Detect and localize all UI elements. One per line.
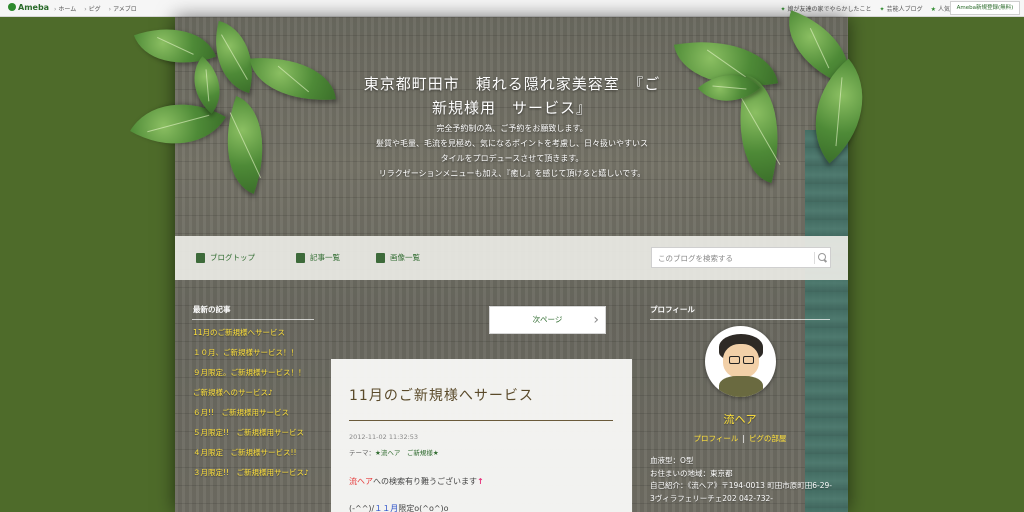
avatar[interactable] <box>705 326 776 397</box>
ameba-top-bar: Ameba ホーム ピグ アメブロ ✦娘が友達の家でやらかしたこと ✦芸能人ブロ… <box>0 0 1024 17</box>
article-body-text: (-^^)/ <box>349 504 375 512</box>
article-body-highlight: １１月 <box>374 504 399 512</box>
recent-article-link[interactable]: ４月限定 ご新規様サービス!! <box>193 447 317 459</box>
divider <box>349 420 613 421</box>
article-body-text: 限定о(^о^)о <box>398 504 449 512</box>
top-link-celebrity[interactable]: ✦ 芸能人ブログ <box>880 4 923 13</box>
arrow-up-icon: ↑ <box>477 477 484 486</box>
theme-label: テーマ： <box>349 449 375 457</box>
ameba-frog-icon <box>8 3 16 11</box>
profile-intro: 自己紹介：《流ヘア》〒194-0013 町田市原町田6-29-3ヴィラフェリーチ… <box>650 481 832 503</box>
article-title[interactable]: 11月のご新規様へサービス <box>349 385 534 405</box>
blog-title-line: 東京都町田市 頼れる隠れ家美容室 『ご <box>363 75 661 93</box>
blog-title-line: 新規様用 サービス』 <box>431 99 592 117</box>
next-page-label: 次ページ <box>532 315 563 324</box>
top-nav-left: ホーム ピグ アメブロ <box>54 4 137 13</box>
top-link-story-label: 娘が友達の家でやらかしたこと <box>787 6 872 13</box>
search-icon[interactable] <box>814 252 826 264</box>
pigg-room-link[interactable]: ピグの部屋 <box>749 434 787 443</box>
blog-description-line: タイルをプロデュースさせて頂きます。 <box>440 154 584 163</box>
blog-search-input[interactable]: このブログを検索する <box>651 247 831 268</box>
next-page-button[interactable]: 次ページ › <box>489 306 606 334</box>
blog-description: 完全予約制の為、ご予約をお願致します。 髪質や毛量、毛流を見極め、気になるポイン… <box>345 121 679 181</box>
top-nav-right: ✦娘が友達の家でやらかしたこと ✦芸能人ブログ ★人気ブログ <box>781 4 969 13</box>
profile-blood-type: 血液型：O型 <box>650 456 694 465</box>
nav-image-list-label: 画像一覧 <box>390 253 420 262</box>
star-icon: ✦ <box>780 6 786 13</box>
nav-article-list-label: 記事一覧 <box>310 253 340 262</box>
blog-description-line: 完全予約制の為、ご予約をお願致します。 <box>436 124 588 133</box>
ameba-logo[interactable]: Ameba <box>8 3 49 12</box>
recent-articles-list: 11月のご新規様へサービス １０月、ご新規様サービス！！ ９月限定。ご新規様サー… <box>193 327 317 487</box>
recent-article-link[interactable]: ご新規様へのサービス♪ <box>193 387 317 399</box>
article-date: 2012-11-02 11:32:53 <box>349 433 419 441</box>
search-placeholder: このブログを検索する <box>658 254 733 263</box>
article-body-text: への検索有り難うございます <box>373 477 477 486</box>
blog-description-line: 髪質や毛量、毛流を見極め、気になるポイントを考慮し、日々扱いやすいス <box>376 139 648 148</box>
article-body-line: (-^^)/１１月限定о(^о^)о <box>349 503 449 512</box>
profile-name[interactable]: 流ヘア <box>650 411 830 427</box>
blog-title[interactable]: 東京都町田市 頼れる隠れ家美容室 『ご 新規様用 サービス』 <box>345 72 679 120</box>
profile-links: プロフィール | ピグの部屋 <box>650 433 830 444</box>
top-link-celebrity-label: 芸能人ブログ <box>886 6 923 13</box>
copy-icon <box>296 252 305 263</box>
nav-article-list[interactable]: 記事一覧 <box>296 252 340 263</box>
recent-article-link[interactable]: １０月、ご新規様サービス！！ <box>193 347 317 359</box>
profile-info: 血液型：O型 お住まいの地域：東京都 自己紹介：《流ヘア》〒194-0013 町… <box>650 455 835 505</box>
recent-article-link[interactable]: ５月限定!! ご新規様用サービス <box>193 427 317 439</box>
blog-description-line: リラクゼーションメニューも加え、『癒し』を感じて頂けると嬉しいです。 <box>378 169 646 178</box>
separator: | <box>742 434 745 443</box>
profile-heading: プロフィール <box>650 305 695 314</box>
register-button[interactable]: Ameba新規登録(無料) <box>950 1 1020 15</box>
chevron-right-icon: › <box>593 312 599 328</box>
article-theme: テーマ：★流ヘア ご新規様★ <box>349 447 439 457</box>
profile-area: お住まいの地域：東京都 <box>650 468 733 478</box>
top-nav-ameblo[interactable]: アメブロ <box>109 4 137 13</box>
avatar-glasses <box>743 356 754 364</box>
recent-article-link[interactable]: ６月!! ご新規様用サービス <box>193 407 317 419</box>
recent-article-link[interactable]: 11月のご新規様へサービス <box>193 327 317 339</box>
document-icon <box>196 252 205 263</box>
nav-image-list[interactable]: 画像一覧 <box>376 252 420 263</box>
camera-icon <box>376 252 385 263</box>
divider <box>192 319 314 320</box>
article-body-highlight: 流ヘア <box>349 477 373 486</box>
avatar-glasses <box>729 356 740 364</box>
nav-blog-top-label: ブログトップ <box>210 253 255 262</box>
recent-article-link[interactable]: ９月限定。ご新規様サービス！！ <box>193 367 317 379</box>
divider <box>650 319 830 320</box>
ameba-logo-text: Ameba <box>18 3 50 12</box>
recent-articles-heading: 最新の記事 <box>193 305 231 314</box>
top-nav-pigg[interactable]: ピグ <box>84 4 101 13</box>
star-icon: ✦ <box>879 6 885 13</box>
profile-link[interactable]: プロフィール <box>694 434 739 443</box>
theme-link[interactable]: ★流ヘア <box>375 449 400 457</box>
article-body-line: 流ヘアへの検索有り難うございます↑ <box>349 476 484 487</box>
star-icon: ★ <box>930 6 936 13</box>
recent-article-link[interactable]: ３月限定!! ご新規様用サービス♪ <box>193 467 317 479</box>
nav-blog-top[interactable]: ブログトップ <box>196 252 255 263</box>
top-nav-home[interactable]: ホーム <box>54 4 76 13</box>
theme-link[interactable]: ご新規様★ <box>407 449 439 457</box>
avatar-body <box>719 376 763 397</box>
